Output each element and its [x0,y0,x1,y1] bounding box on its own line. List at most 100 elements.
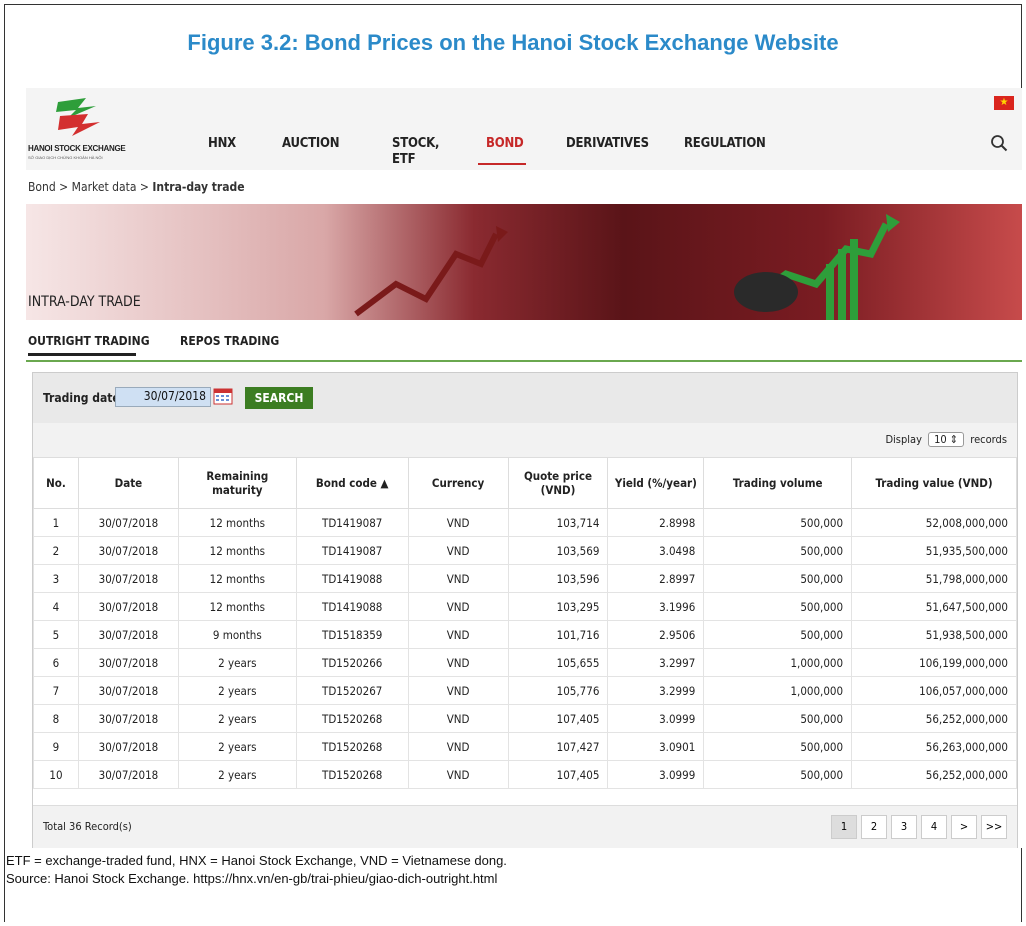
cell-yield: 3.0498 [607,536,705,565]
cell-bond-code: TD1419087 [295,508,409,537]
tab-outright-trading[interactable]: OUTRIGHT TRADING [28,334,150,348]
abbreviations-note: ETF = exchange-traded fund, HNX = Hanoi … [6,853,507,868]
display-bar: Display 10 ⇕ records [33,423,1017,458]
page-3-button[interactable]: 3 [891,815,917,839]
nav-hnx[interactable]: HNX [208,136,236,151]
cell-date: 30/07/2018 [77,508,179,537]
page-2-button[interactable]: 2 [861,815,887,839]
records-label: records [970,433,1007,446]
breadcrumb-bond[interactable]: Bond [28,180,56,194]
hnx-logo[interactable]: HANOI STOCK EXCHANGE SỞ GIAO DỊCH CHỨNG … [28,94,138,164]
table-row: 2 30/07/2018 12 months TD1419087 VND 103… [33,536,1017,565]
cell-bond-code: TD1520268 [295,760,409,789]
cell-maturity: 12 months [177,536,297,565]
trading-date-label: Trading date [43,391,120,405]
cell-date: 30/07/2018 [77,760,179,789]
cell-yield: 2.9506 [607,620,705,649]
banner-title: INTRA-DAY TRADE [28,294,141,310]
nav-bond[interactable]: BOND [486,136,524,151]
filter-bar: Trading date 30/07/2018 SEARCH [33,373,1017,424]
search-button[interactable]: SEARCH [245,387,313,409]
cell-yield: 2.8997 [607,564,705,593]
cell-yield: 3.1996 [607,592,705,621]
table-row: 9 30/07/2018 2 years TD1520268 VND 107,4… [33,732,1017,761]
tab-repos-trading[interactable]: REPOS TRADING [180,334,279,348]
website-screenshot: HANOI STOCK EXCHANGE SỞ GIAO DỊCH CHỨNG … [26,88,1022,848]
cell-no: 5 [33,620,79,649]
cell-maturity: 2 years [177,676,297,705]
cell-volume: 500,000 [703,620,853,649]
cell-value: 106,199,000,000 [851,648,1017,677]
cell-maturity: 12 months [177,564,297,593]
cell-date: 30/07/2018 [77,620,179,649]
cell-yield: 2.8998 [607,508,705,537]
cell-no: 10 [33,760,79,789]
cell-maturity: 2 years [177,732,297,761]
cell-quote-price: 107,405 [507,704,609,733]
table-footer: Total 36 Record(s) 1 2 3 4 > >> [33,805,1017,848]
site-header: HANOI STOCK EXCHANGE SỞ GIAO DỊCH CHỨNG … [26,88,1022,170]
hnx-logo-mark-icon [56,98,100,136]
cell-quote-price: 107,405 [507,760,609,789]
cell-currency: VND [407,760,509,789]
nav-derivatives[interactable]: DERIVATIVES [566,136,649,151]
col-bond-code[interactable]: Bond code ▲ [295,457,409,509]
col-value[interactable]: Trading value (VND) [851,457,1017,509]
table-row: 1 30/07/2018 12 months TD1419087 VND 103… [33,508,1017,537]
trading-date-input[interactable]: 30/07/2018 [115,387,211,407]
vietnam-flag-icon[interactable]: ★ [994,96,1014,110]
page-4-button[interactable]: 4 [921,815,947,839]
cell-yield: 3.2999 [607,676,705,705]
bond-trades-table: No. Date Remaining maturity Bond code ▲ … [33,457,1017,789]
col-maturity[interactable]: Remaining maturity [177,457,297,509]
table-row: 7 30/07/2018 2 years TD1520267 VND 105,7… [33,676,1017,705]
cell-date: 30/07/2018 [77,704,179,733]
cell-bond-code: TD1520267 [295,676,409,705]
nav-regulation[interactable]: REGULATION [684,136,766,151]
table-header-row: No. Date Remaining maturity Bond code ▲ … [33,457,1017,509]
records-select[interactable]: 10 ⇕ [928,432,965,447]
cell-value: 56,252,000,000 [851,704,1017,733]
search-icon[interactable] [990,134,1008,152]
col-yield[interactable]: Yield (%/year) [607,457,705,509]
table-row: 10 30/07/2018 2 years TD1520268 VND 107,… [33,760,1017,789]
col-currency[interactable]: Currency [407,457,509,509]
nav-auction[interactable]: AUCTION [282,136,340,151]
col-quote-price[interactable]: Quote price (VND) [507,457,609,509]
figure-title: Figure 3.2: Bond Prices on the Hanoi Sto… [187,30,839,55]
tab-active-underline [28,353,136,356]
col-date[interactable]: Date [77,457,179,509]
cell-maturity: 2 years [177,648,297,677]
logo-text: HANOI STOCK EXCHANGE [28,144,126,153]
cell-no: 8 [33,704,79,733]
cell-value: 51,935,500,000 [851,536,1017,565]
source-note: Source: Hanoi Stock Exchange. https://hn… [6,871,498,886]
cell-bond-code: TD1419088 [295,564,409,593]
cell-currency: VND [407,676,509,705]
cell-currency: VND [407,592,509,621]
col-volume[interactable]: Trading volume [703,457,853,509]
page-1-button[interactable]: 1 [831,815,857,839]
next-page-button[interactable]: > [951,815,977,839]
cell-quote-price: 103,596 [507,564,609,593]
cell-no: 1 [33,508,79,537]
cell-maturity: 12 months [177,508,297,537]
breadcrumb-market-data[interactable]: Market data [72,180,137,194]
cell-volume: 1,000,000 [703,676,853,705]
cell-date: 30/07/2018 [77,648,179,677]
cell-date: 30/07/2018 [77,732,179,761]
cell-no: 7 [33,676,79,705]
trading-tabs: OUTRIGHT TRADING REPOS TRADING [26,328,1022,362]
page-banner: INTRA-DAY TRADE [26,204,1022,320]
last-page-button[interactable]: >> [981,815,1007,839]
cell-bond-code: TD1520268 [295,732,409,761]
cell-volume: 500,000 [703,732,853,761]
cell-volume: 500,000 [703,760,853,789]
cell-bond-code: TD1518359 [295,620,409,649]
cell-quote-price: 103,295 [507,592,609,621]
cell-volume: 500,000 [703,508,853,537]
cell-yield: 3.0999 [607,760,705,789]
display-label: Display [885,433,922,446]
calendar-icon[interactable] [213,387,233,405]
nav-stock-etf[interactable]: STOCK, ETF [392,136,442,168]
